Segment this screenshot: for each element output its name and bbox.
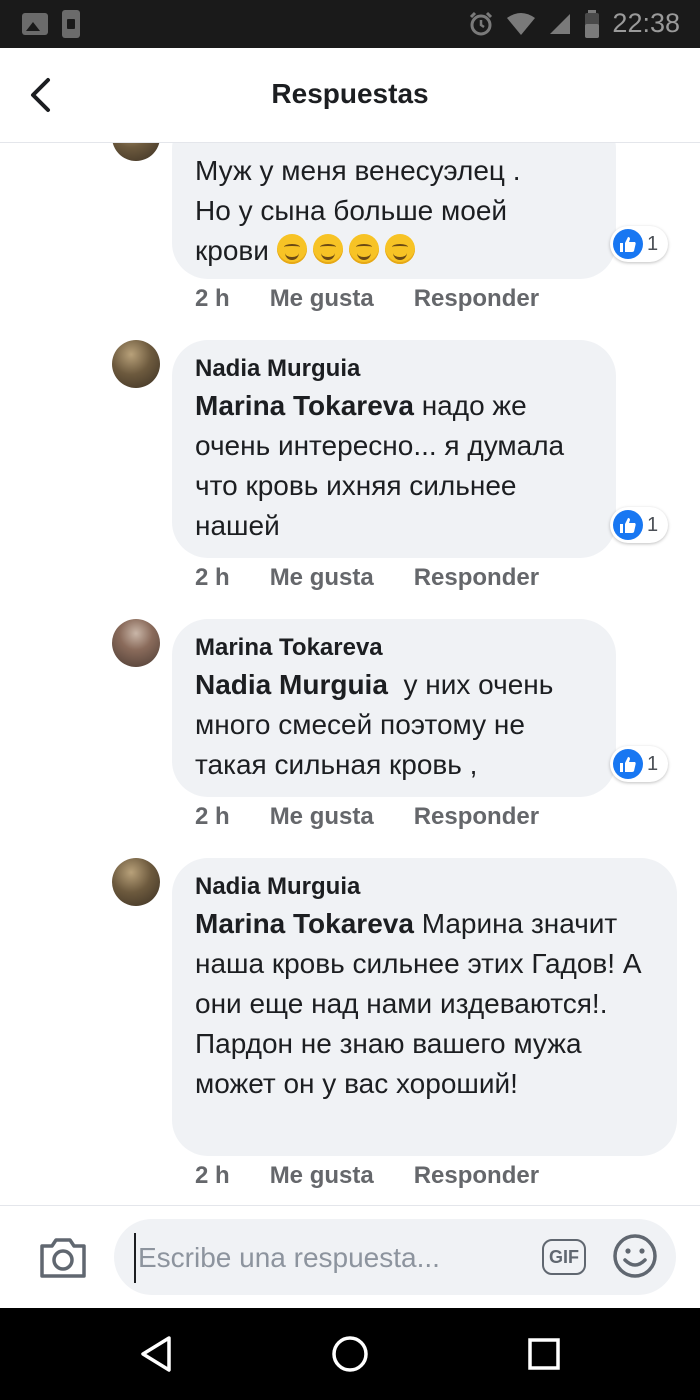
smiling-face-emoji-icon (348, 234, 379, 264)
battery-icon (585, 9, 600, 38)
reaction-count: 1 (647, 513, 659, 536)
camera-icon (40, 1238, 86, 1278)
mention-link[interactable]: Marina Tokareva (195, 390, 414, 421)
thumbs-up-icon (613, 229, 643, 259)
reply-actions: 2 h Me gusta Responder (195, 803, 579, 831)
avatar[interactable] (112, 340, 160, 388)
reply-button[interactable]: Responder (414, 803, 539, 831)
thumbs-up-icon (613, 510, 643, 540)
reply-bubble[interactable]: Муж у меня венесуэлец . Но у сына больше… (172, 143, 616, 279)
sim-card-icon (62, 10, 80, 38)
reply-time[interactable]: 2 h (195, 1162, 230, 1190)
reply-author[interactable]: Nadia Murguia (195, 872, 655, 902)
page-title: Respuestas (271, 78, 429, 109)
square-recent-icon (528, 1338, 560, 1370)
camera-button[interactable] (38, 1234, 88, 1280)
reaction-count: 1 (647, 752, 659, 775)
reply-input-container: GIF (114, 1219, 676, 1295)
alarm-icon (470, 11, 493, 35)
reply-input[interactable] (134, 1233, 530, 1283)
avatar[interactable] (112, 858, 160, 906)
mention-link[interactable]: Marina Tokareva (195, 908, 414, 939)
reaction-count: 1 (647, 232, 659, 255)
status-bar: 22:38 (0, 0, 700, 48)
emoji-button[interactable] (612, 1233, 658, 1279)
reply-actions: 2 h Me gusta Responder (195, 564, 579, 592)
gif-button[interactable]: GIF (542, 1239, 586, 1275)
reply-actions: 2 h Me gusta Responder (195, 285, 579, 313)
reply-bubble[interactable]: Marina Tokareva Nadia Murguia у них очен… (172, 619, 616, 797)
mention-link[interactable]: Nadia Murguia (195, 669, 388, 700)
like-button[interactable]: Me gusta (270, 285, 374, 313)
circle-home-icon (332, 1336, 368, 1372)
reply-time[interactable]: 2 h (195, 564, 230, 592)
reply-bubble[interactable]: Nadia Murguia Marina Tokareva надо же оч… (172, 340, 616, 558)
nav-recent-button[interactable] (524, 1334, 564, 1374)
triangle-back-icon (141, 1336, 171, 1372)
smiley-icon (613, 1234, 657, 1278)
reply-author[interactable]: Nadia Murguia (195, 354, 594, 384)
reply-time[interactable]: 2 h (195, 803, 230, 831)
reply-text: Nadia Murguia у них очень много смесей п… (195, 669, 562, 780)
reply-composer: GIF (0, 1205, 700, 1309)
nav-home-button[interactable] (330, 1334, 370, 1374)
reaction-badge[interactable]: 1 (610, 746, 669, 782)
reply-author[interactable]: Marina Tokareva (195, 633, 594, 663)
smiling-face-emoji-icon (384, 234, 415, 264)
system-navigation-bar (0, 1308, 700, 1400)
like-button[interactable]: Me gusta (270, 803, 374, 831)
wifi-icon (507, 12, 536, 35)
gallery-notification-icon (22, 13, 48, 35)
status-bar-system: 22:38 (468, 8, 680, 39)
replies-list[interactable]: Муж у меня венесуэлец . Но у сына больше… (0, 143, 700, 1205)
signal-icon (550, 13, 571, 34)
header: Respuestas (0, 48, 700, 143)
clock: 22:38 (612, 8, 680, 38)
thumbs-up-icon (613, 749, 643, 779)
like-button[interactable]: Me gusta (270, 564, 374, 592)
smiling-face-emoji-icon (276, 234, 307, 264)
avatar[interactable] (112, 619, 160, 667)
reply-text: Marina Tokareva надо же очень интересно.… (195, 390, 565, 541)
status-bar-notifications (22, 10, 80, 38)
reply-button[interactable]: Responder (414, 285, 539, 313)
reply-text: Marina Tokareva Марина значит наша кровь… (195, 908, 650, 1099)
reply-actions: 2 h Me gusta Responder (195, 1162, 579, 1190)
reaction-badge[interactable]: 1 (610, 226, 669, 262)
reply-bubble[interactable]: Nadia Murguia Marina Tokareva Марина зна… (172, 858, 677, 1156)
reply-text: Муж у меня венесуэлец . Но у сына больше… (195, 155, 521, 266)
reply-time[interactable]: 2 h (195, 285, 230, 313)
nav-back-button[interactable] (137, 1334, 177, 1374)
reaction-badge[interactable]: 1 (610, 507, 669, 543)
reply-button[interactable]: Responder (414, 1162, 539, 1190)
smiling-face-emoji-icon (312, 234, 343, 264)
reply-button[interactable]: Responder (414, 564, 539, 592)
avatar[interactable] (112, 143, 160, 161)
like-button[interactable]: Me gusta (270, 1162, 374, 1190)
